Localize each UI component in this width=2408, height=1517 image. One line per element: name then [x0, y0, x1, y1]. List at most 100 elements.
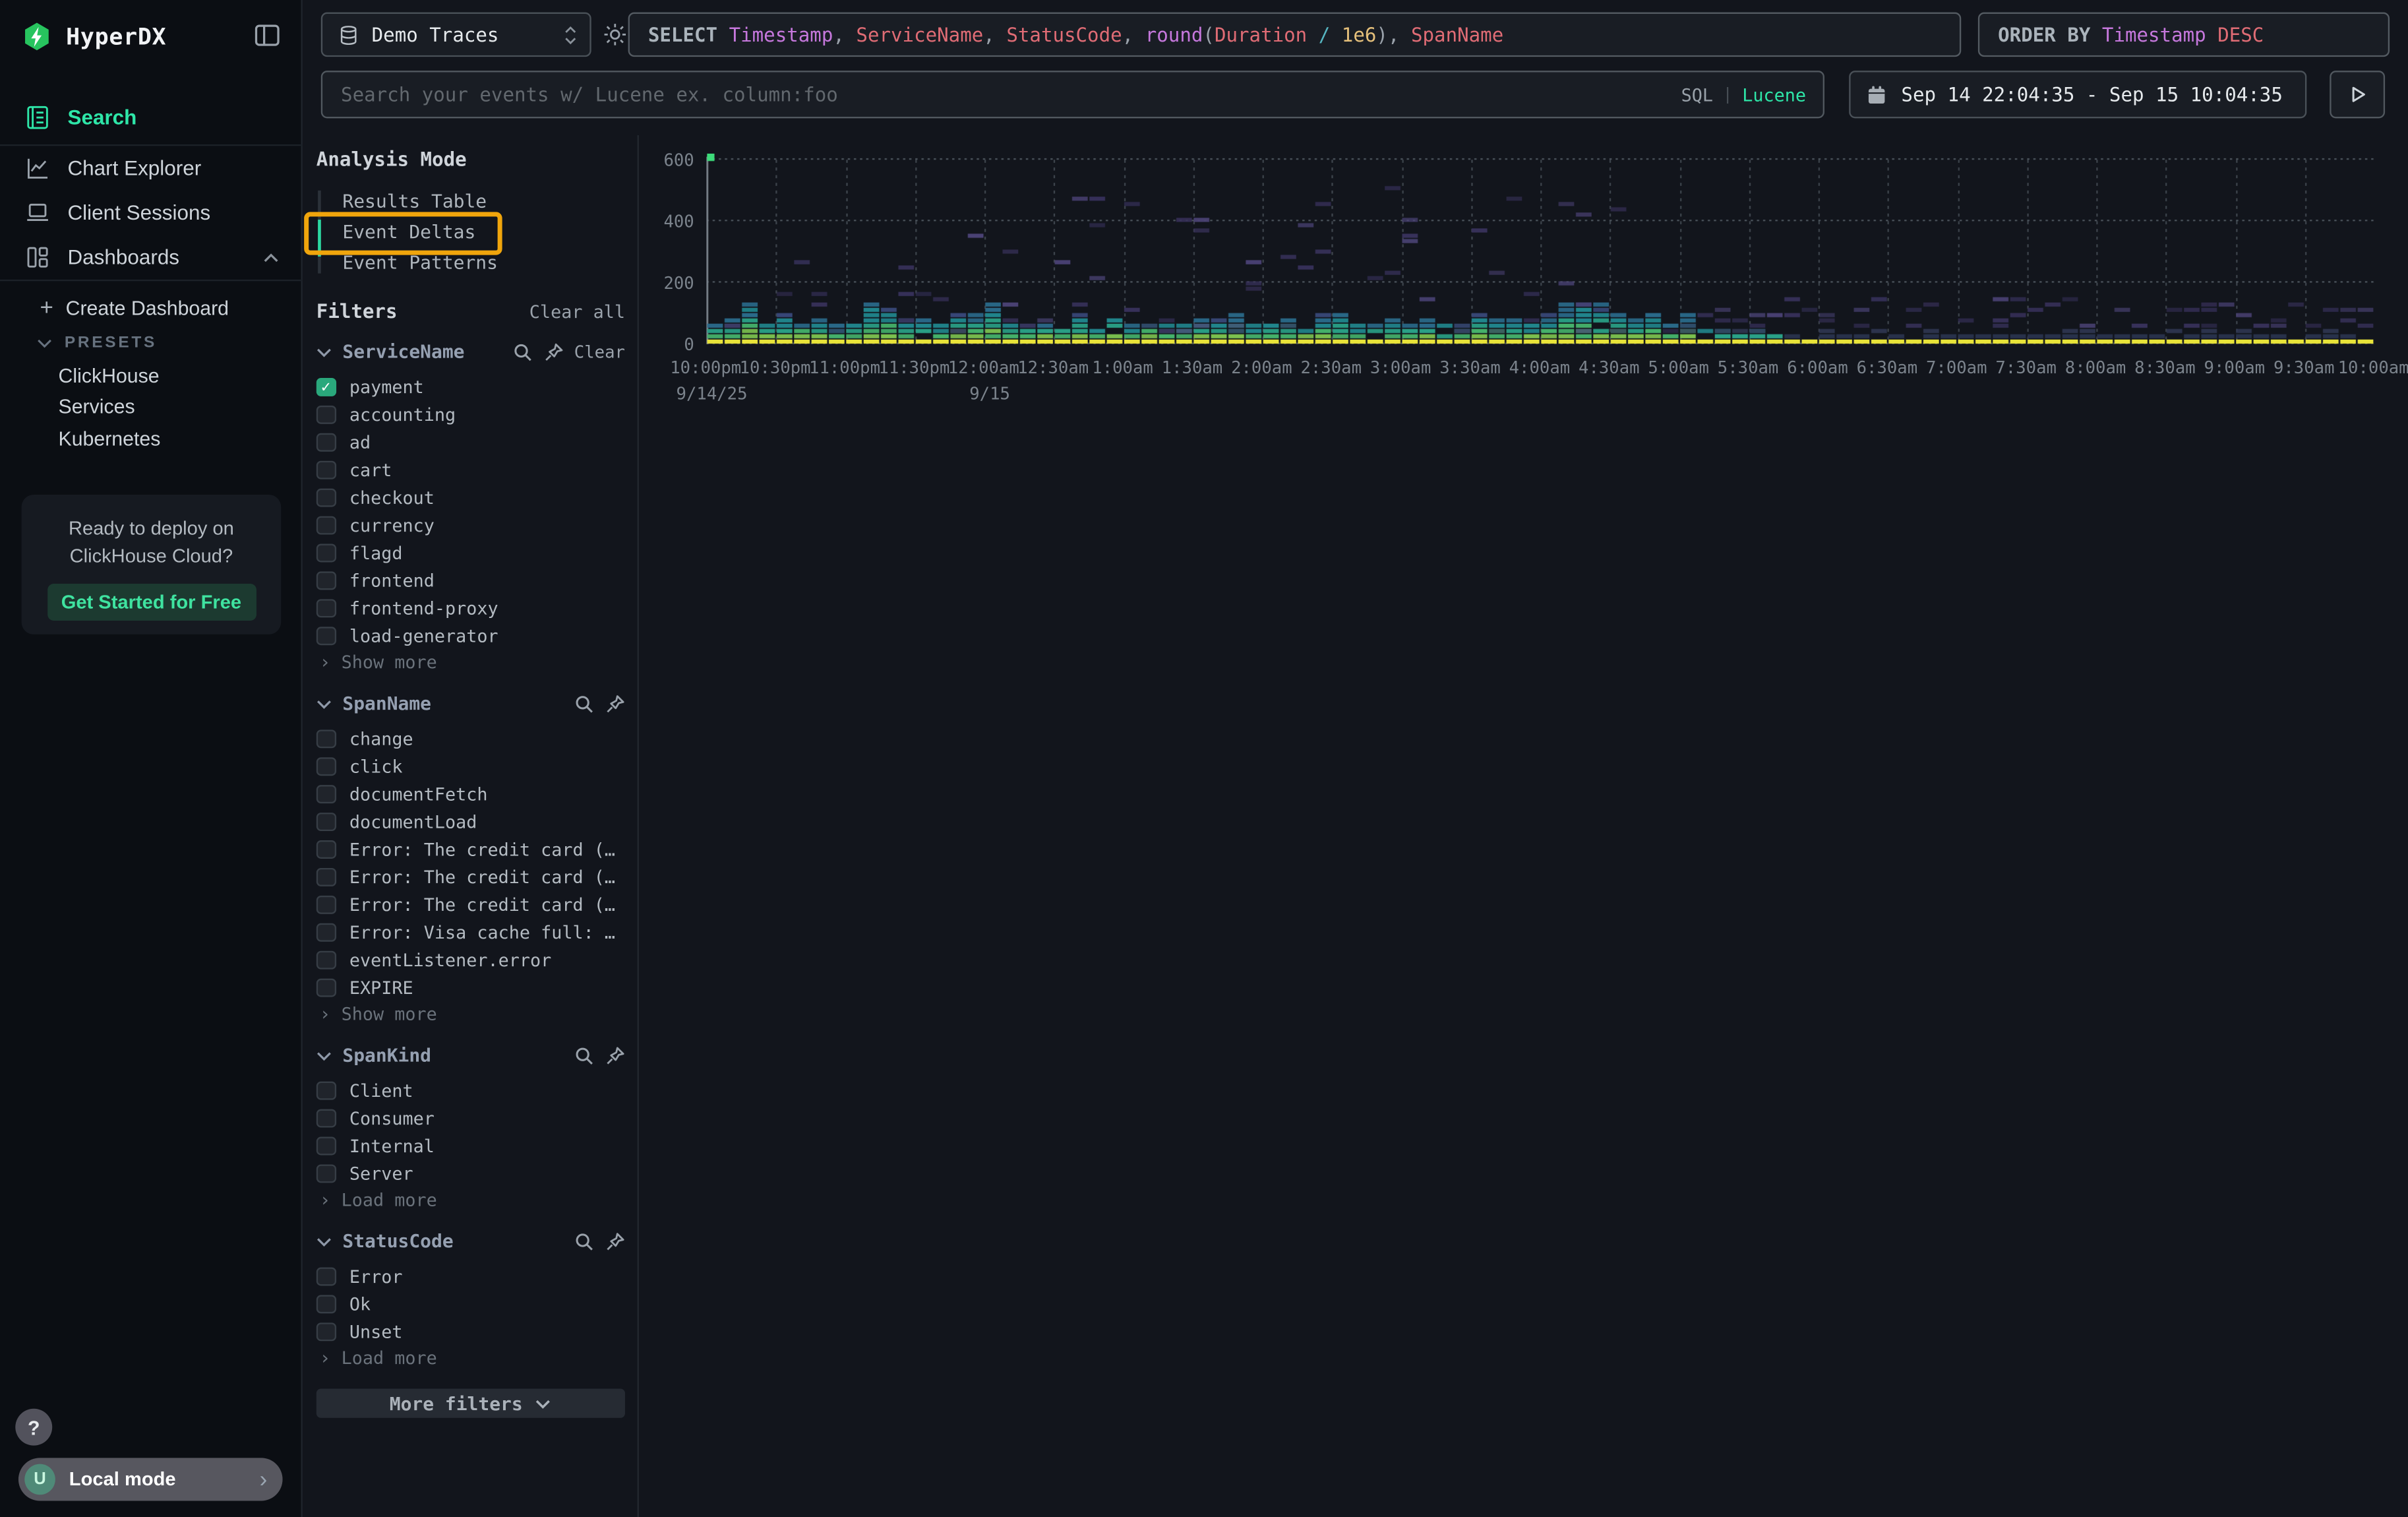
time-range-picker[interactable]: Sep 14 22:04:35 - Sep 15 10:04:35 [1849, 71, 2306, 118]
analysis-mode-option[interactable]: Event Deltas [316, 216, 625, 247]
filter-checkbox-row[interactable]: load-generator [316, 622, 625, 650]
show-more-button[interactable]: › Show more [316, 1002, 625, 1026]
checkbox[interactable] [316, 840, 336, 859]
filter-checkbox-row[interactable]: flagd [316, 540, 625, 567]
filter-group-name[interactable]: SpanKind [342, 1045, 431, 1067]
filter-checkbox-row[interactable]: Error: The credit card (… [316, 863, 625, 891]
filter-group-name[interactable]: ServiceName [342, 341, 464, 363]
filter-checkbox-row[interactable]: checkout [316, 484, 625, 512]
checkbox[interactable] [316, 950, 336, 970]
checkbox[interactable] [316, 867, 336, 886]
checkbox[interactable] [316, 627, 336, 646]
filter-checkbox-row[interactable]: cart [316, 456, 625, 484]
filter-checkbox-row[interactable]: frontend [316, 567, 625, 594]
checkbox[interactable] [316, 757, 336, 776]
create-dashboard-button[interactable]: + Create Dashboard [0, 292, 303, 325]
sidebar-item-chart-explorer[interactable]: Chart Explorer [0, 146, 303, 191]
filter-checkbox-row[interactable]: documentFetch [316, 780, 625, 808]
checkbox[interactable] [316, 377, 336, 396]
chevron-down-icon[interactable] [316, 1236, 332, 1247]
chevron-up-icon[interactable] [262, 251, 280, 264]
presets-toggle[interactable]: PRESETS [0, 328, 303, 356]
event-deltas-heatmap[interactable] [706, 154, 2373, 344]
filter-group-name[interactable]: SpanName [342, 693, 431, 714]
filter-checkbox-row[interactable]: documentLoad [316, 808, 625, 836]
filter-checkbox-row[interactable]: EXPIRE [316, 974, 625, 1002]
filter-checkbox-row[interactable]: Server [316, 1160, 625, 1187]
sidebar-collapse-icon[interactable] [253, 22, 281, 49]
sidebar-item-search[interactable]: Search [0, 94, 303, 140]
checkbox[interactable] [316, 488, 336, 507]
filter-checkbox-row[interactable]: Consumer [316, 1105, 625, 1132]
filter-checkbox-row[interactable]: ad [316, 429, 625, 456]
checkbox[interactable] [316, 516, 336, 535]
filter-checkbox-row[interactable]: change [316, 725, 625, 753]
preset-dashboard-link[interactable]: Kubernetes [0, 423, 303, 454]
filter-checkbox-row[interactable]: Ok [316, 1290, 625, 1318]
chevron-down-icon[interactable] [316, 1050, 332, 1061]
search-icon[interactable] [513, 342, 533, 361]
help-button[interactable]: ? [15, 1409, 52, 1446]
filter-checkbox-row[interactable]: Internal [316, 1132, 625, 1160]
checkbox[interactable] [316, 1322, 336, 1342]
checkbox[interactable] [316, 1164, 336, 1183]
filter-group-name[interactable]: StatusCode [342, 1231, 453, 1253]
clear-group-button[interactable]: Clear [574, 342, 625, 361]
chevron-down-icon[interactable] [316, 346, 332, 357]
show-more-button[interactable]: › Show more [316, 650, 625, 674]
pin-icon[interactable] [543, 342, 563, 361]
sidebar-item-dashboards[interactable]: Dashboards [0, 235, 303, 280]
filter-checkbox-row[interactable]: Client [316, 1077, 625, 1105]
source-select[interactable]: Demo Traces [321, 13, 591, 57]
search-icon[interactable] [574, 1231, 594, 1251]
checkbox[interactable] [316, 1267, 336, 1286]
checkbox[interactable] [316, 1109, 336, 1128]
preset-dashboard-link[interactable]: Services [0, 391, 303, 423]
filter-checkbox-row[interactable]: Error: Visa cache full: … [316, 919, 625, 946]
checkbox[interactable] [316, 923, 336, 942]
local-mode-menu[interactable]: U Local mode › [18, 1458, 283, 1501]
sidebar-item-client-sessions[interactable]: Client Sessions [0, 191, 303, 235]
filter-checkbox-row[interactable]: accounting [316, 401, 625, 429]
filter-checkbox-row[interactable]: Error [316, 1263, 625, 1291]
load-more-button[interactable]: › Load more [316, 1346, 625, 1370]
checkbox[interactable] [316, 460, 336, 480]
checkbox[interactable] [316, 978, 336, 997]
checkbox[interactable] [316, 571, 336, 590]
more-filters-button[interactable]: More filters [316, 1389, 625, 1418]
filter-checkbox-row[interactable]: Error: The credit card (… [316, 836, 625, 863]
gear-icon[interactable] [602, 22, 628, 48]
preset-dashboard-link[interactable]: ClickHouse [0, 359, 303, 391]
checkbox[interactable] [316, 1136, 336, 1156]
search-icon[interactable] [574, 694, 594, 714]
run-query-button[interactable] [2330, 71, 2385, 118]
select-clause-input[interactable]: SELECT Timestamp, ServiceName, StatusCod… [628, 13, 1962, 57]
filter-checkbox-row[interactable]: click [316, 753, 625, 780]
mode-sql[interactable]: SQL [1681, 84, 1713, 106]
checkbox[interactable] [316, 729, 336, 749]
checkbox[interactable] [316, 543, 336, 563]
pin-icon[interactable] [605, 1231, 625, 1251]
checkbox[interactable] [316, 813, 336, 832]
checkbox[interactable] [316, 405, 336, 424]
search-input[interactable] [322, 72, 1681, 117]
pin-icon[interactable] [605, 1045, 625, 1065]
checkbox[interactable] [316, 1295, 336, 1314]
filter-checkbox-row[interactable]: Error: The credit card (… [316, 891, 625, 919]
checkbox[interactable] [316, 599, 336, 618]
analysis-mode-option[interactable]: Results Table [316, 186, 625, 217]
order-by-input[interactable]: ORDER BY Timestamp DESC [1978, 13, 2390, 57]
load-more-button[interactable]: › Load more [316, 1187, 625, 1212]
search-icon[interactable] [574, 1045, 594, 1065]
mode-lucene[interactable]: Lucene [1742, 84, 1806, 106]
filter-checkbox-row[interactable]: Unset [316, 1318, 625, 1346]
filter-checkbox-row[interactable]: eventListener.error [316, 946, 625, 974]
checkbox[interactable] [316, 1081, 336, 1100]
get-started-button[interactable]: Get Started for Free [47, 584, 256, 621]
filter-checkbox-row[interactable]: payment [316, 373, 625, 401]
filter-checkbox-row[interactable]: currency [316, 512, 625, 540]
analysis-mode-option[interactable]: Event Patterns [316, 247, 625, 278]
checkbox[interactable] [316, 895, 336, 914]
clear-all-button[interactable]: Clear all [529, 300, 625, 322]
checkbox[interactable] [316, 433, 336, 452]
